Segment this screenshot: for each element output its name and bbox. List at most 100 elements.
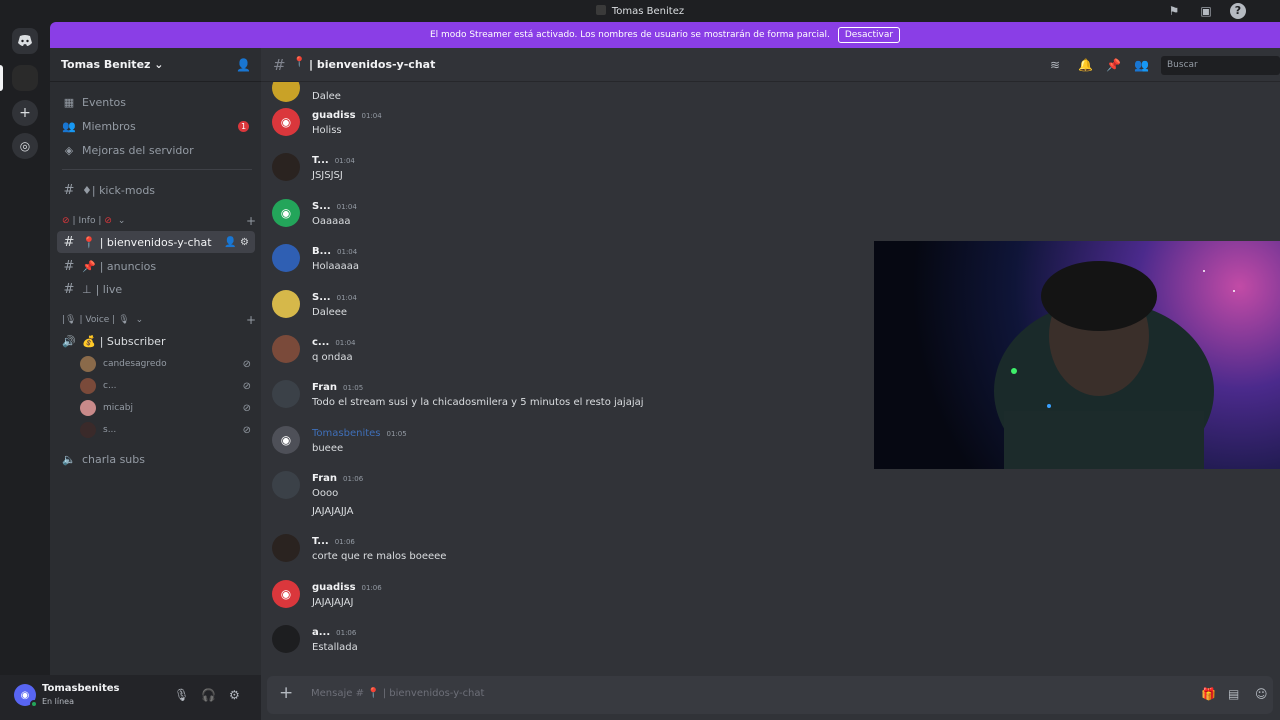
channel-bienvenidos-y-chat[interactable]: # 📍 | bienvenidos-y-chat 👤 ⚙ bbox=[57, 231, 255, 253]
channel-settings-icons[interactable]: 👤 ⚙ bbox=[224, 237, 249, 248]
message-author[interactable]: guadiss 01:06 bbox=[312, 582, 382, 593]
pin-emoji-icon: 📍 bbox=[293, 57, 306, 68]
gift-icon[interactable]: 🎁 bbox=[1201, 687, 1216, 701]
message-timestamp: 01:04 bbox=[334, 157, 355, 165]
sidebar-item-members[interactable]: 👥 Miembros 1 bbox=[57, 115, 255, 137]
sidebar-item-boost[interactable]: ◈ Mejoras del servidor bbox=[57, 139, 255, 161]
author-name[interactable]: guadiss bbox=[312, 110, 356, 121]
threads-icon[interactable]: ≋ bbox=[1050, 58, 1060, 72]
server-tomas-icon[interactable] bbox=[12, 65, 38, 91]
invite-icon[interactable]: 👤 bbox=[236, 58, 251, 72]
message-timestamp: 01:04 bbox=[336, 294, 357, 302]
message-composer[interactable]: + Mensaje # 📍 | bienvenidos-y-chat 🎁 ▤ ☺ bbox=[267, 676, 1273, 714]
gif-icon[interactable]: ▤ bbox=[1228, 687, 1239, 701]
voice-user[interactable]: s... ⊘ bbox=[80, 420, 255, 440]
voice-channel-charla-subs[interactable]: 🔈 charla subs bbox=[57, 448, 255, 470]
explore-compass-icon[interactable]: ◎ bbox=[12, 133, 38, 159]
channel-sidebar: Tomas Benitez ⌄ 👤 ▦ Eventos 👥 Miembros 1… bbox=[50, 48, 261, 675]
author-name[interactable]: Fran bbox=[312, 473, 337, 484]
avatar[interactable] bbox=[272, 335, 300, 363]
message-author[interactable]: S... 01:04 bbox=[312, 201, 357, 212]
avatar[interactable] bbox=[272, 290, 300, 318]
flag-icon[interactable]: ⚑ bbox=[1166, 3, 1182, 19]
message-author[interactable]: T... 01:04 bbox=[312, 155, 355, 166]
avatar[interactable] bbox=[272, 244, 300, 272]
message-text: Oaaaaa bbox=[312, 216, 351, 227]
channel-kick-mods[interactable]: # ♦| kick-mods bbox=[57, 179, 255, 201]
bell-icon[interactable]: 🔔 bbox=[1078, 58, 1093, 72]
author-name[interactable]: c... bbox=[312, 337, 329, 348]
add-server-icon[interactable]: + bbox=[12, 100, 38, 126]
server-header[interactable]: Tomas Benitez ⌄ 👤 bbox=[50, 48, 261, 82]
avatar[interactable]: ◉ bbox=[272, 426, 300, 454]
author-name[interactable]: T... bbox=[312, 536, 329, 547]
hash-icon: # bbox=[273, 56, 286, 74]
channel-live[interactable]: # ⊥ | live bbox=[57, 278, 255, 300]
author-name[interactable]: guadiss bbox=[312, 582, 356, 593]
message-author[interactable]: Tomasbenites 01:05 bbox=[312, 428, 407, 439]
message-author[interactable]: a... 01:06 bbox=[312, 627, 356, 638]
sticker-icon[interactable]: ☺ bbox=[1255, 687, 1268, 701]
avatar[interactable]: ◉ bbox=[272, 580, 300, 608]
message-text: JAJAJAJJA bbox=[312, 506, 354, 517]
message-timestamp: 01:04 bbox=[335, 339, 356, 347]
author-name[interactable]: S... bbox=[312, 292, 331, 303]
message-timestamp: 01:04 bbox=[337, 248, 358, 256]
category-voice[interactable]: |🎙 | Voice | 🎙 ⌄ + bbox=[62, 313, 256, 327]
mic-muted-icon: ⊘ bbox=[242, 402, 251, 414]
author-name[interactable]: a... bbox=[312, 627, 330, 638]
headphones-icon[interactable]: 🎧 bbox=[201, 688, 216, 702]
avatar[interactable] bbox=[272, 82, 300, 102]
message-author[interactable]: c... 01:04 bbox=[312, 337, 356, 348]
no-entry-icon: ⊘ bbox=[104, 216, 112, 226]
message-text: Estallada bbox=[312, 642, 358, 653]
microphone-icon[interactable]: 🎙 bbox=[174, 688, 189, 702]
message-timestamp: 01:06 bbox=[361, 584, 382, 592]
message-author[interactable]: guadiss 01:04 bbox=[312, 110, 382, 121]
voice-user[interactable]: c... ⊘ bbox=[80, 376, 255, 396]
avatar[interactable] bbox=[272, 153, 300, 181]
title-bar: Tomas Benitez ⚑ ▣ ? bbox=[0, 0, 1280, 22]
avatar[interactable] bbox=[272, 380, 300, 408]
member-list-icon[interactable]: 👥 bbox=[1134, 58, 1149, 72]
avatar[interactable] bbox=[272, 534, 300, 562]
pin-emoji-icon: 📍 bbox=[82, 235, 96, 249]
category-info[interactable]: ⊘ | Info | ⊘ ⌄ + bbox=[62, 214, 256, 228]
message-author[interactable]: Fran 01:06 bbox=[312, 473, 363, 484]
voice-user[interactable]: micabj ⊘ bbox=[80, 398, 255, 418]
message-author[interactable]: B... 01:04 bbox=[312, 246, 357, 257]
search-input[interactable]: Buscar bbox=[1161, 56, 1280, 75]
pin-icon[interactable]: 📌 bbox=[1106, 58, 1121, 72]
avatar[interactable]: ◉ bbox=[272, 108, 300, 136]
mic-muted-icon: ⊘ bbox=[242, 380, 251, 392]
message-author[interactable]: S... 01:04 bbox=[312, 292, 357, 303]
add-channel-icon[interactable]: + bbox=[246, 313, 256, 327]
members-icon: 👥 bbox=[62, 119, 76, 133]
inbox-icon[interactable]: ▣ bbox=[1198, 3, 1214, 19]
message-author[interactable]: T... 01:06 bbox=[312, 536, 355, 547]
author-name[interactable]: Fran bbox=[312, 382, 337, 393]
voice-user[interactable]: candesagredo ⊘ bbox=[80, 354, 255, 374]
avatar[interactable]: ◉ bbox=[272, 199, 300, 227]
attach-plus-icon[interactable]: + bbox=[279, 683, 293, 703]
channel-anuncios[interactable]: # 📌 | anuncios bbox=[57, 255, 255, 277]
settings-gear-icon[interactable]: ⚙ bbox=[229, 688, 240, 702]
message-text: Daleee bbox=[312, 307, 348, 318]
discord-home-icon[interactable] bbox=[12, 28, 38, 54]
avatar[interactable] bbox=[272, 625, 300, 653]
author-name[interactable]: T... bbox=[312, 155, 329, 166]
author-name[interactable]: B... bbox=[312, 246, 331, 257]
server-name: Tomas Benitez ⌄ bbox=[61, 58, 164, 71]
author-name[interactable]: S... bbox=[312, 201, 331, 212]
deactivate-button[interactable]: Desactivar bbox=[837, 27, 901, 43]
message-timestamp: 01:06 bbox=[334, 538, 355, 546]
sidebar-item-events[interactable]: ▦ Eventos bbox=[57, 91, 255, 113]
help-icon[interactable]: ? bbox=[1230, 3, 1246, 19]
message-author[interactable]: Fran 01:05 bbox=[312, 382, 363, 393]
moneybag-emoji-icon: 💰 bbox=[82, 334, 96, 348]
avatar[interactable] bbox=[272, 471, 300, 499]
voice-channel-subscriber[interactable]: 🔊 💰 | Subscriber bbox=[57, 330, 255, 352]
server-selected-indicator bbox=[0, 65, 3, 91]
author-name[interactable]: Tomasbenites bbox=[312, 428, 381, 439]
add-channel-icon[interactable]: + bbox=[246, 214, 256, 228]
